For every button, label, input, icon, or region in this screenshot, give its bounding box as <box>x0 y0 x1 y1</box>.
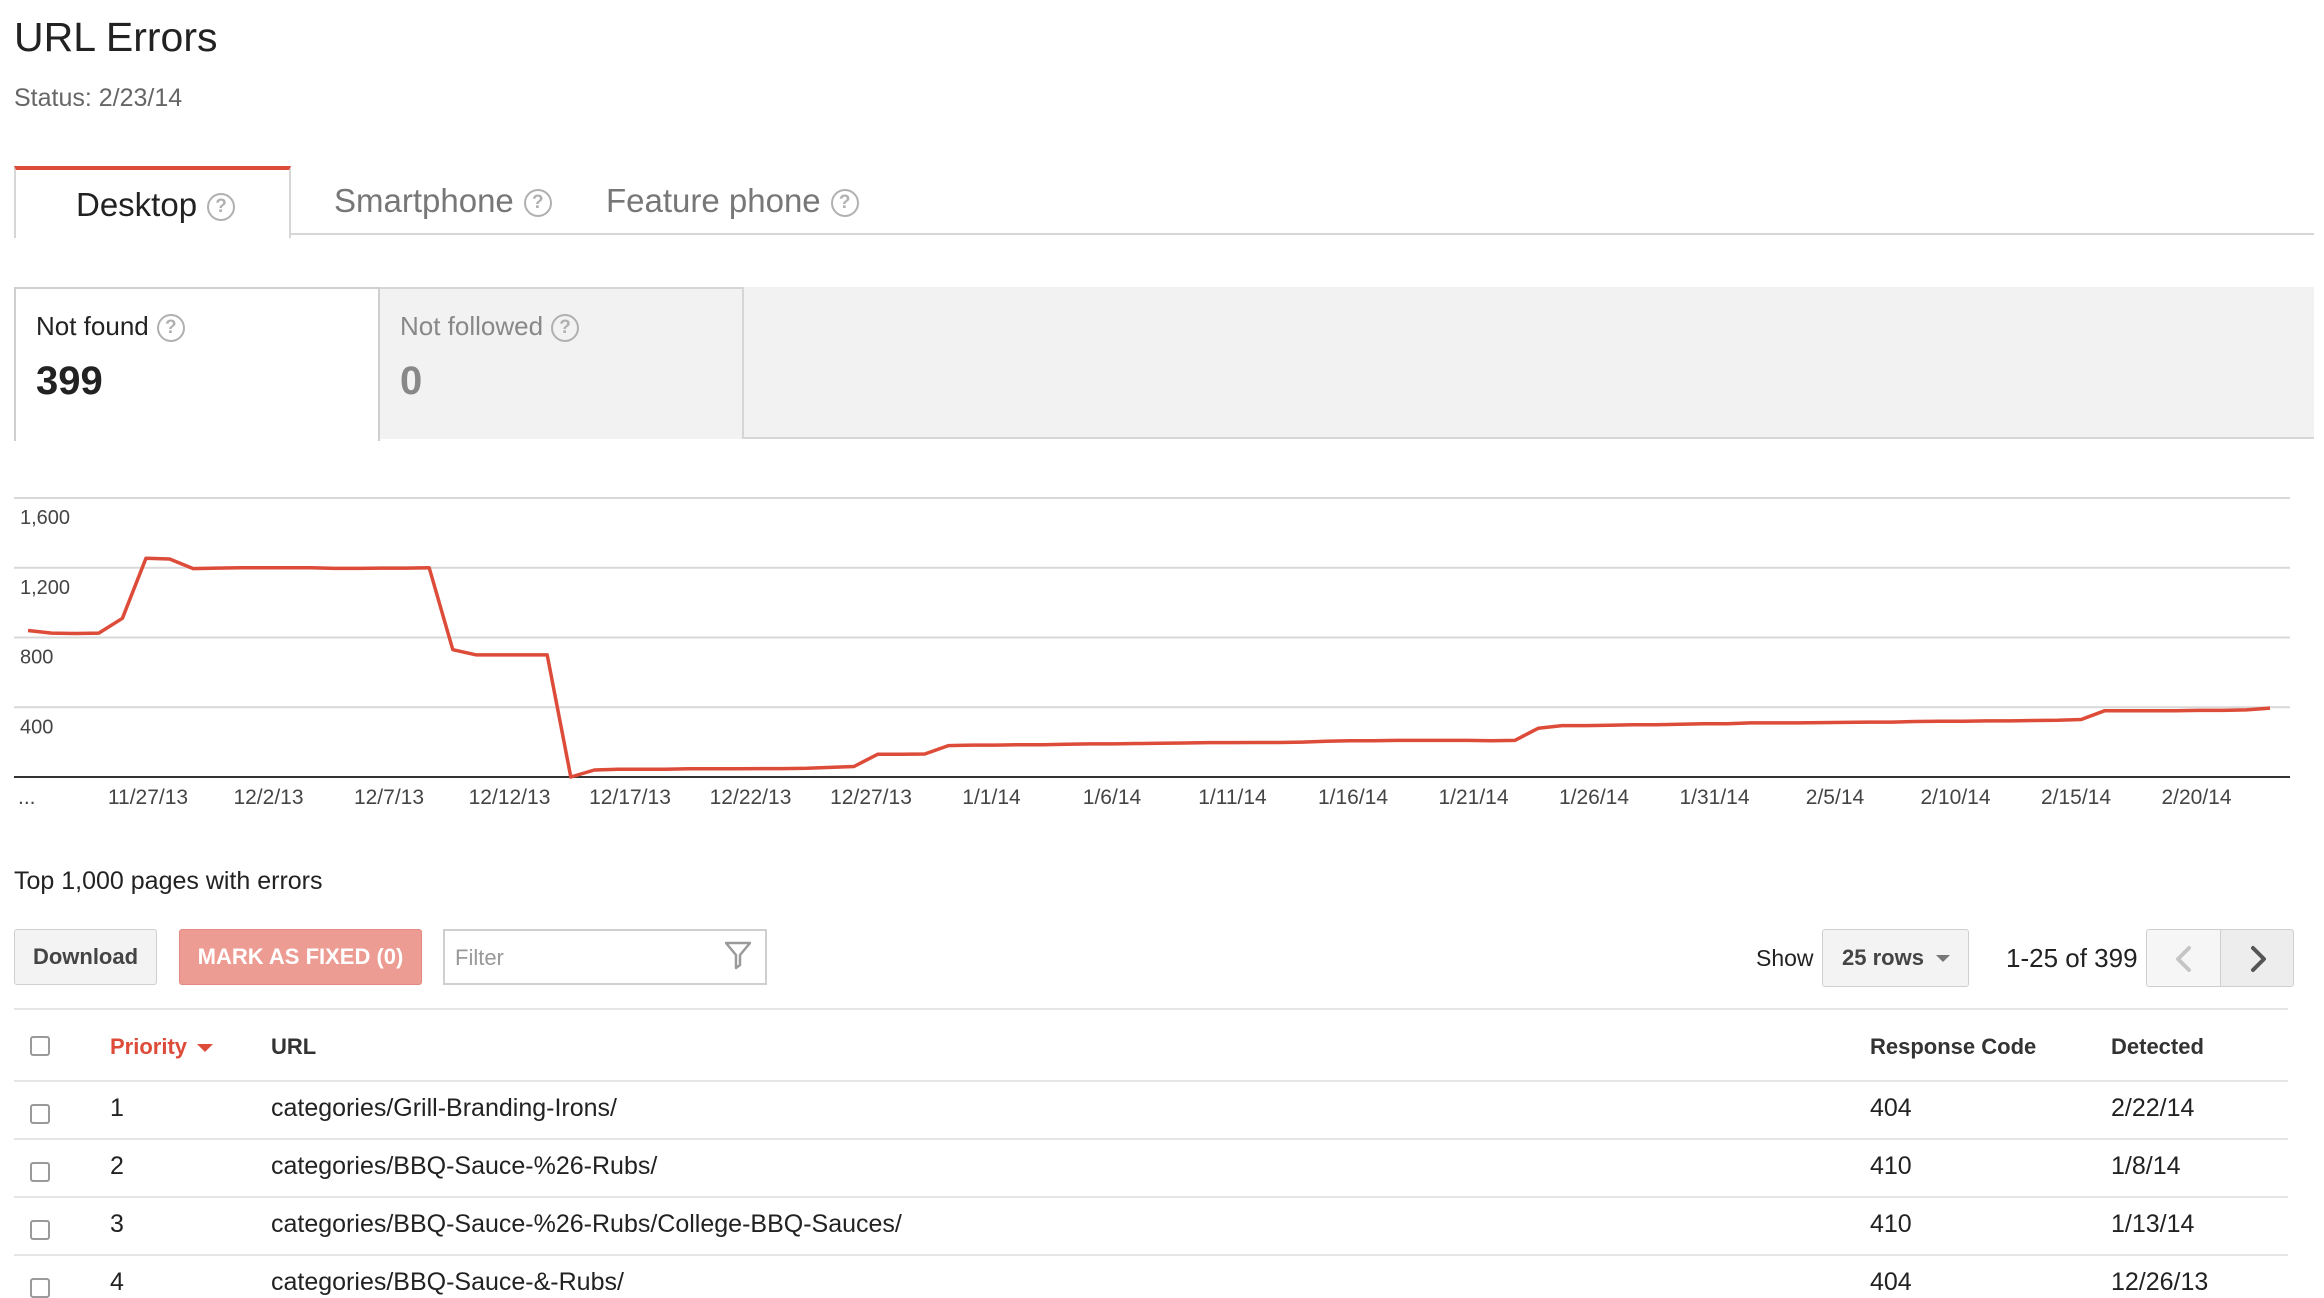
x-tick-label: 1/6/14 <box>1083 786 1142 809</box>
x-tick-label: 12/22/13 <box>710 786 792 809</box>
errors-line-chart: 1,600 1,200 800 400... 11/27/13 12/2/13 12/7/1… <box>14 497 2290 809</box>
sort-descending-icon <box>197 1044 214 1053</box>
y-tick-label: 1,200 <box>20 577 70 599</box>
chevron-left-icon <box>2176 946 2191 972</box>
download-button[interactable]: Download <box>14 929 157 985</box>
row-url[interactable]: categories/BBQ-Sauce-&-Rubs/ <box>271 1268 624 1297</box>
row-checkbox[interactable] <box>30 1220 50 1240</box>
metric-not-found-label: Not found <box>36 311 149 341</box>
row-response-code: 410 <box>1870 1152 1912 1180</box>
x-tick-label: 12/7/13 <box>354 786 424 809</box>
mark-as-fixed-button[interactable]: MARK AS FIXED (0) <box>179 929 422 985</box>
question-mark-circle-icon[interactable]: ? <box>156 314 185 343</box>
series-line <box>27 556 2271 779</box>
x-tick-label: 12/17/13 <box>589 786 671 809</box>
row-priority: 4 <box>110 1268 124 1296</box>
x-tick-label: 1/26/14 <box>1559 786 1629 809</box>
table-row[interactable]: 2 categories/BBQ-Sauce-%26-Rubs/ 410 1/8… <box>14 1138 2288 1196</box>
row-priority: 2 <box>110 1152 124 1180</box>
x-tick-label: 12/12/13 <box>469 786 551 809</box>
status-date: Status: 2/23/14 <box>14 84 183 112</box>
row-priority: 1 <box>110 1094 124 1122</box>
y-tick-label: 800 <box>20 647 53 669</box>
row-checkbox[interactable] <box>30 1278 50 1298</box>
tab-smartphone-label: Smartphone <box>334 182 514 219</box>
row-url[interactable]: categories/BBQ-Sauce-%26-Rubs/ <box>271 1152 657 1181</box>
x-tick-label: 1/21/14 <box>1438 786 1508 809</box>
metric-not-followed-value: 0 <box>400 359 423 403</box>
row-checkbox[interactable] <box>30 1162 50 1182</box>
filter-funnel-icon[interactable] <box>725 941 751 971</box>
column-header-response-code[interactable]: Response Code <box>1870 1034 2036 1060</box>
x-tick-label: 2/15/14 <box>2041 786 2111 809</box>
column-header-detected[interactable]: Detected <box>2111 1034 2204 1060</box>
previous-page-button[interactable] <box>2146 929 2220 987</box>
filter-field[interactable] <box>443 929 767 985</box>
page-range: 1-25 of 399 <box>2006 943 2138 973</box>
x-tick-label: 11/27/13 <box>108 786 188 809</box>
x-tick-label: 12/27/13 <box>830 786 912 809</box>
question-mark-circle-icon[interactable]: ? <box>830 189 859 218</box>
tab-desktop-label: Desktop <box>76 186 198 223</box>
tab-feature-phone-label: Feature phone <box>606 182 821 219</box>
x-tick-label: 1/16/14 <box>1318 786 1388 809</box>
column-header-priority-label: Priority <box>110 1034 188 1059</box>
question-mark-circle-icon[interactable]: ? <box>207 193 236 222</box>
tab-smartphone[interactable]: Smartphone? <box>334 166 552 236</box>
x-tick-label: 2/10/14 <box>1920 786 1990 809</box>
tab-desktop[interactable]: Desktop? <box>14 166 291 238</box>
rows-per-page-value: 25 rows <box>1842 945 1924 970</box>
table-row[interactable]: 1 categories/Grill-Branding-Irons/ 404 2… <box>14 1080 2288 1138</box>
row-response-code: 404 <box>1870 1094 1912 1122</box>
metric-not-found-value: 399 <box>36 359 103 403</box>
row-priority: 3 <box>110 1210 124 1238</box>
question-mark-circle-icon[interactable]: ? <box>551 314 580 343</box>
x-tick-label: 1/31/14 <box>1679 786 1749 809</box>
x-tick-label: 12/2/13 <box>233 786 303 809</box>
show-label: Show <box>1756 945 1814 971</box>
row-checkbox[interactable] <box>30 1104 50 1124</box>
y-tick-label: 1,600 <box>20 507 70 529</box>
x-tick-label: ... <box>18 786 36 809</box>
table-section-title: Top 1,000 pages with errors <box>14 867 323 895</box>
filter-input[interactable] <box>453 941 707 975</box>
metric-not-found[interactable]: Not found? 399 <box>14 287 380 441</box>
table-top-border <box>14 1008 2288 1010</box>
x-tick-label: 2/5/14 <box>1806 786 1865 809</box>
row-response-code: 404 <box>1870 1268 1912 1296</box>
chevron-right-icon <box>2251 946 2266 972</box>
question-mark-circle-icon[interactable]: ? <box>523 189 552 218</box>
x-tick-label: 1/11/14 <box>1198 786 1267 809</box>
tab-feature-phone[interactable]: Feature phone? <box>606 166 859 236</box>
table-row[interactable]: 3 categories/BBQ-Sauce-%26-Rubs/College-… <box>14 1196 2288 1254</box>
select-all-checkbox[interactable] <box>30 1036 50 1056</box>
metric-not-followed[interactable]: Not followed? 0 <box>380 287 744 439</box>
column-header-priority[interactable]: Priority <box>110 1034 214 1060</box>
row-detected: 1/8/14 <box>2111 1152 2181 1180</box>
row-detected: 12/26/13 <box>2111 1268 2209 1296</box>
row-detected: 1/13/14 <box>2111 1210 2195 1238</box>
row-url[interactable]: categories/BBQ-Sauce-%26-Rubs/College-BB… <box>271 1210 902 1239</box>
y-tick-label: 400 <box>20 716 53 738</box>
row-detected: 2/22/14 <box>2111 1094 2195 1122</box>
x-tick-label: 1/1/14 <box>962 786 1021 809</box>
row-url[interactable]: categories/Grill-Branding-Irons/ <box>271 1094 617 1123</box>
column-header-url[interactable]: URL <box>271 1034 316 1060</box>
table-row[interactable]: 4 categories/BBQ-Sauce-&-Rubs/ 404 12/26… <box>14 1254 2288 1298</box>
page-title: URL Errors <box>14 14 218 60</box>
row-response-code: 410 <box>1870 1210 1912 1238</box>
rows-per-page-select[interactable]: 25 rows <box>1822 929 1969 987</box>
x-tick-label: 2/20/14 <box>2161 786 2231 809</box>
metric-not-followed-label: Not followed <box>400 311 544 341</box>
next-page-button[interactable] <box>2220 929 2294 987</box>
caret-down-icon <box>1936 955 1950 962</box>
